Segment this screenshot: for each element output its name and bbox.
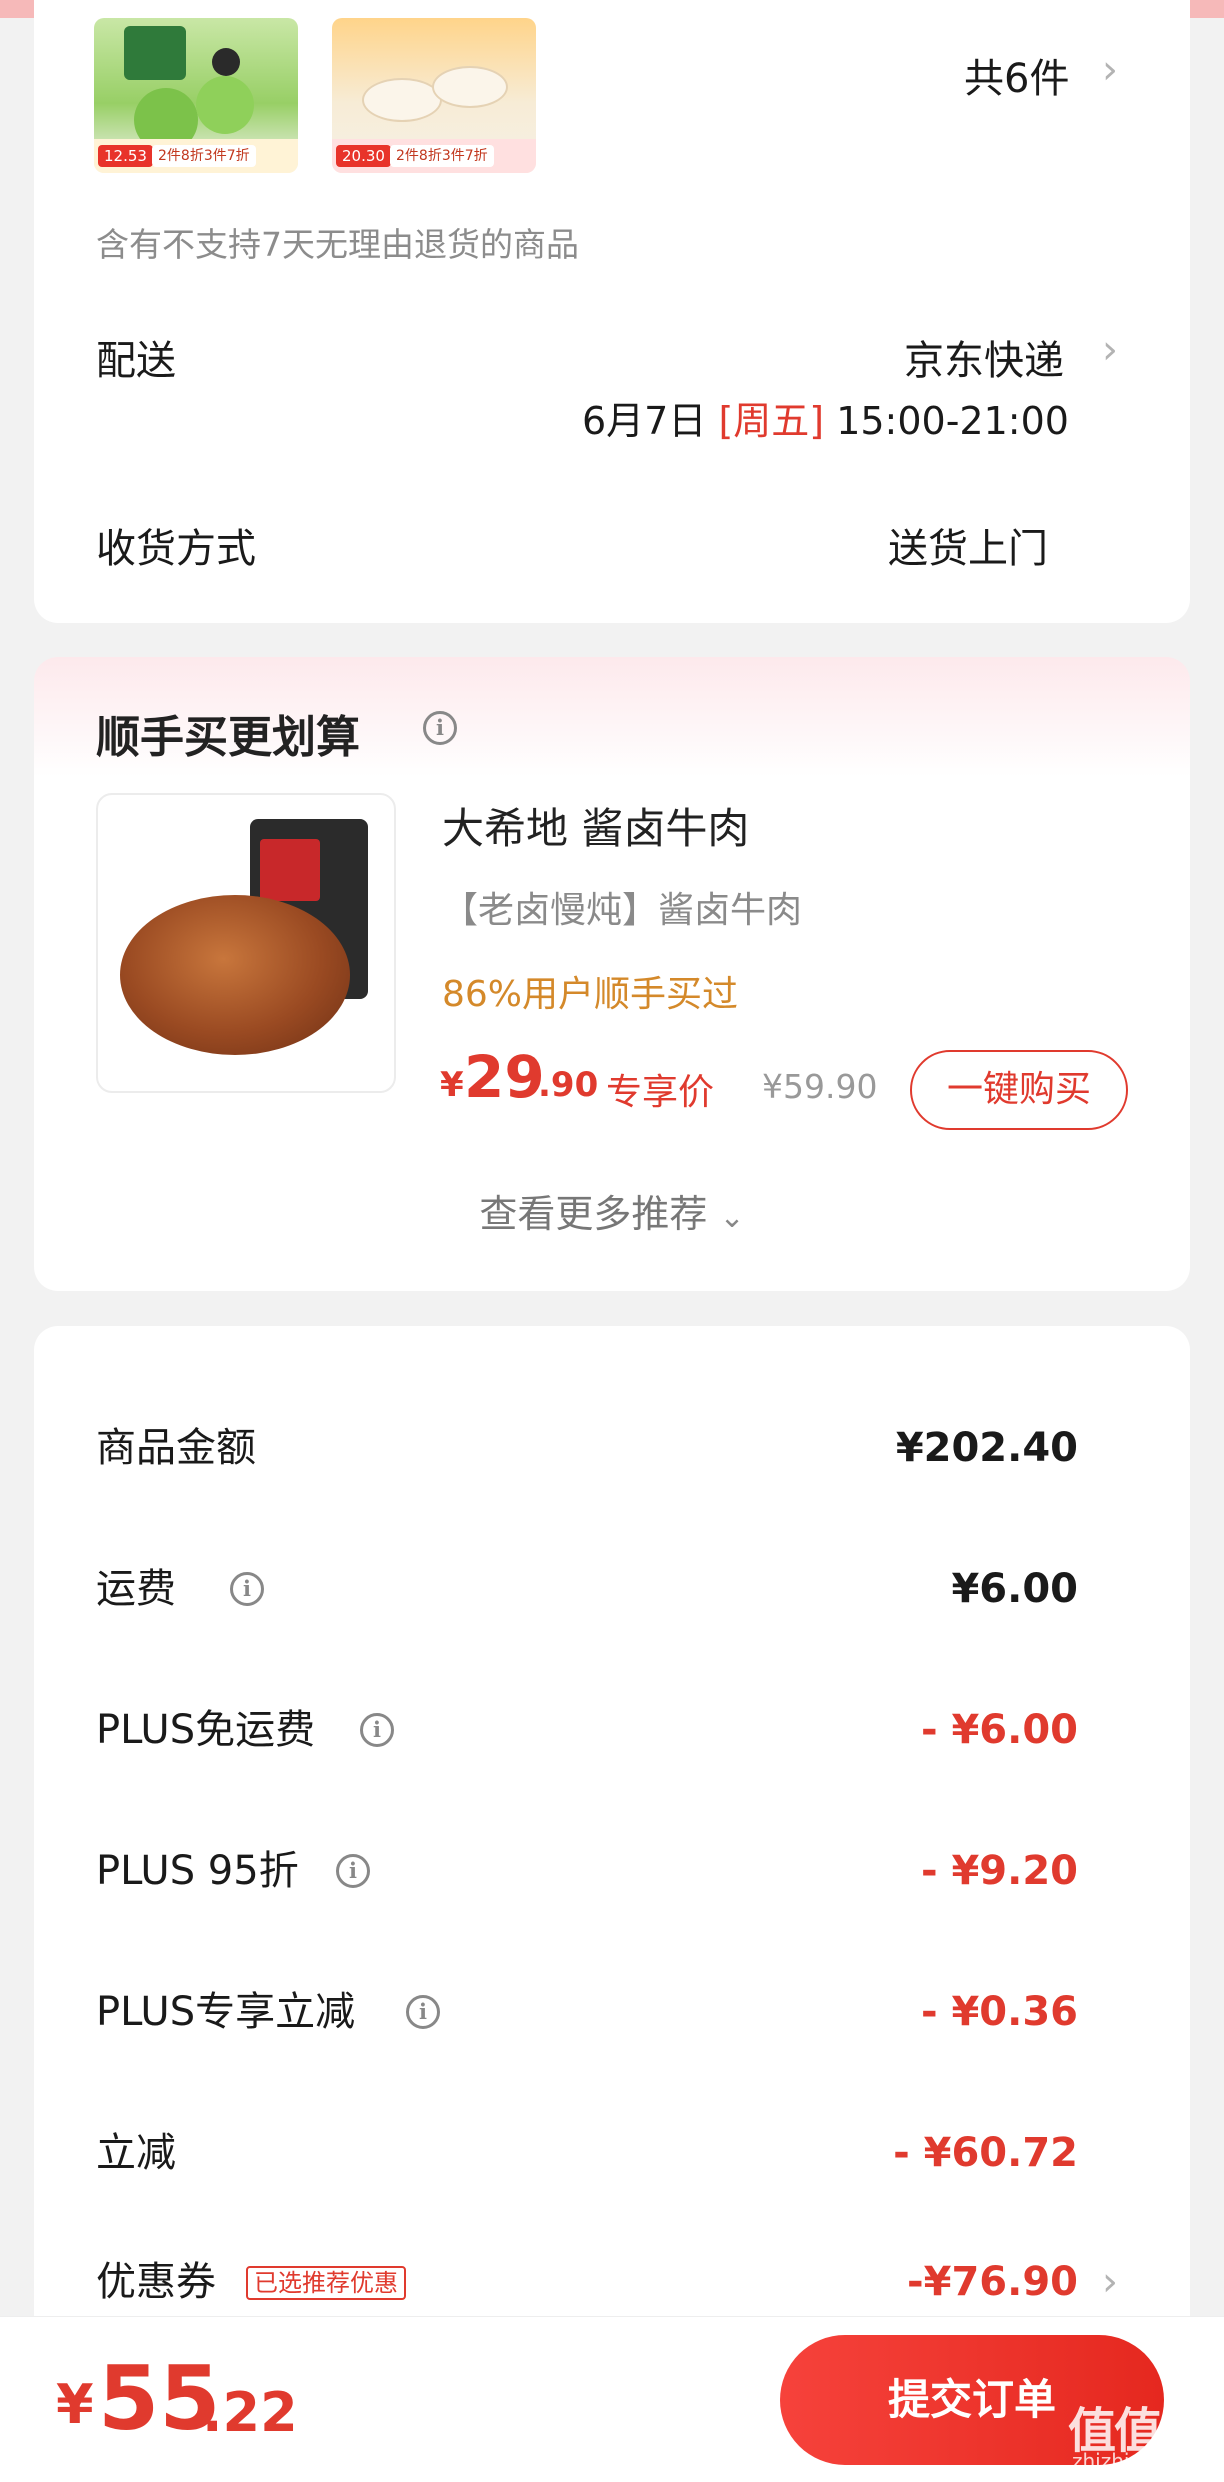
recommend-product-image[interactable]: [96, 793, 396, 1093]
exclusive-price-label: 专享价: [606, 1072, 715, 1113]
delivery-method[interactable]: 京东快递: [904, 328, 1064, 386]
summary-label: PLUS免运费: [96, 1707, 316, 1753]
watermark-logo: 值值值 zhizhizhi.com: [1068, 2391, 1218, 2477]
coupon-recommended-tag: 已选推荐优惠: [246, 2266, 406, 2300]
thumb-price: 12.53: [98, 145, 153, 167]
dumpling: [362, 78, 442, 122]
watermark-url: zhizhizhi.com: [1072, 2449, 1208, 2473]
chevron-down-icon: ⌄: [719, 1200, 745, 1235]
summary-label: 优惠券: [96, 2259, 216, 2305]
recommend-title: 顺手买更划算: [96, 712, 360, 763]
delivery-label: 配送: [96, 338, 176, 384]
original-price: ¥59.90: [762, 1067, 878, 1106]
delivery-time-slot[interactable]: 6月7日 [周五] 15:00-21:00: [582, 390, 1069, 445]
summary-row-instant-reduction: 立减 - ¥60.72: [34, 2123, 1190, 2183]
summary-label: PLUS 95折: [96, 1848, 299, 1894]
info-icon[interactable]: i: [423, 711, 457, 745]
tangyuan-ball: [212, 48, 240, 76]
summary-value: - ¥9.20: [920, 1848, 1078, 1894]
total-decimal: .22: [202, 2381, 298, 2444]
summary-row-plus-exclusive-reduction: PLUS专享立减 i - ¥0.36: [34, 1982, 1190, 2042]
total-currency: ¥: [56, 2373, 94, 2436]
dumpling: [432, 66, 508, 108]
summary-row-plus-free-shipping: PLUS免运费 i - ¥6.00: [34, 1700, 1190, 1760]
recommend-product-name[interactable]: 大希地 酱卤牛肉: [442, 795, 749, 856]
thumb-promo: 2件8折3件7折: [390, 145, 494, 167]
chevron-right-icon[interactable]: ›: [1102, 330, 1118, 370]
checkout-bar: ¥ 55 .22 提交订单 值值值 zhizhizhi.com: [0, 2316, 1224, 2482]
price-summary-card: 商品金额 ¥202.40 运费 i ¥6.00 PLUS免运费 i - ¥6.0…: [34, 1326, 1190, 2482]
summary-row-coupon[interactable]: 优惠券 已选推荐优惠 -¥76.90 ›: [34, 2252, 1190, 2312]
price-currency: ¥: [440, 1065, 464, 1105]
summary-value: ¥6.00: [951, 1566, 1078, 1612]
summary-value: ¥202.40: [895, 1425, 1078, 1471]
info-icon[interactable]: i: [360, 1713, 394, 1747]
thumb-price: 20.30: [336, 145, 391, 167]
summary-value: - ¥6.00: [920, 1707, 1078, 1753]
thumb-promo: 2件8折3件7折: [152, 145, 256, 167]
price-decimal: .90: [538, 1065, 599, 1105]
recommend-product-subtitle: 【老卤慢炖】酱卤牛肉: [442, 890, 803, 931]
product-thumbnail-tangyuan[interactable]: 12.53 2件8折3件7折: [94, 18, 298, 173]
product-thumbnail-dumplings[interactable]: 20.30 2件8折3件7折: [332, 18, 536, 173]
recommendation-card: 顺手买更划算 i 大希地 酱卤牛肉 【老卤慢炖】酱卤牛肉 86%用户顺手买过 ¥…: [34, 657, 1190, 1291]
chevron-right-icon[interactable]: ›: [1102, 2262, 1118, 2302]
summary-row-shipping: 运费 i ¥6.00: [34, 1559, 1190, 1619]
one-click-buy-button[interactable]: 一键购买: [910, 1050, 1128, 1130]
order-card: 12.53 2件8折3件7折 20.30 2件8折3件7折 共6件 › 含有不支…: [34, 0, 1190, 623]
tangyuan-ball: [196, 76, 254, 134]
item-count[interactable]: 共6件: [964, 46, 1069, 104]
summary-label: PLUS专享立减: [96, 1989, 356, 2035]
delivery-date: 6月7日: [582, 399, 707, 443]
summary-value: - ¥0.36: [920, 1989, 1078, 2035]
summary-value: - ¥60.72: [893, 2130, 1078, 2176]
return-note: 含有不支持7天无理由退货的商品: [96, 225, 579, 264]
receive-method-value[interactable]: 送货上门: [888, 516, 1048, 574]
package-label: [260, 839, 320, 901]
chevron-right-icon[interactable]: ›: [1102, 50, 1118, 90]
recommend-buy-rate: 86%用户顺手买过: [442, 974, 739, 1015]
price-integer: 29: [464, 1043, 545, 1111]
see-more-label: 查看更多推荐: [479, 1192, 708, 1236]
info-icon[interactable]: i: [336, 1854, 370, 1888]
product-label-sign: [124, 26, 186, 80]
summary-label: 商品金额: [96, 1425, 256, 1471]
delivery-weekday: [周五]: [718, 399, 825, 443]
summary-value: -¥76.90: [907, 2259, 1078, 2305]
summary-label: 运费: [96, 1566, 176, 1612]
beef-plate: [120, 895, 350, 1055]
delivery-time: 15:00-21:00: [836, 399, 1069, 443]
receive-method-label: 收货方式: [96, 526, 256, 572]
summary-row-plus-95-discount: PLUS 95折 i - ¥9.20: [34, 1841, 1190, 1901]
summary-label: 立减: [96, 2130, 176, 2176]
see-more-recommendations[interactable]: 查看更多推荐 ⌄: [34, 1183, 1190, 1238]
summary-row-goods-amount: 商品金额 ¥202.40: [34, 1418, 1190, 1478]
info-icon[interactable]: i: [230, 1572, 264, 1606]
info-icon[interactable]: i: [406, 1995, 440, 2029]
